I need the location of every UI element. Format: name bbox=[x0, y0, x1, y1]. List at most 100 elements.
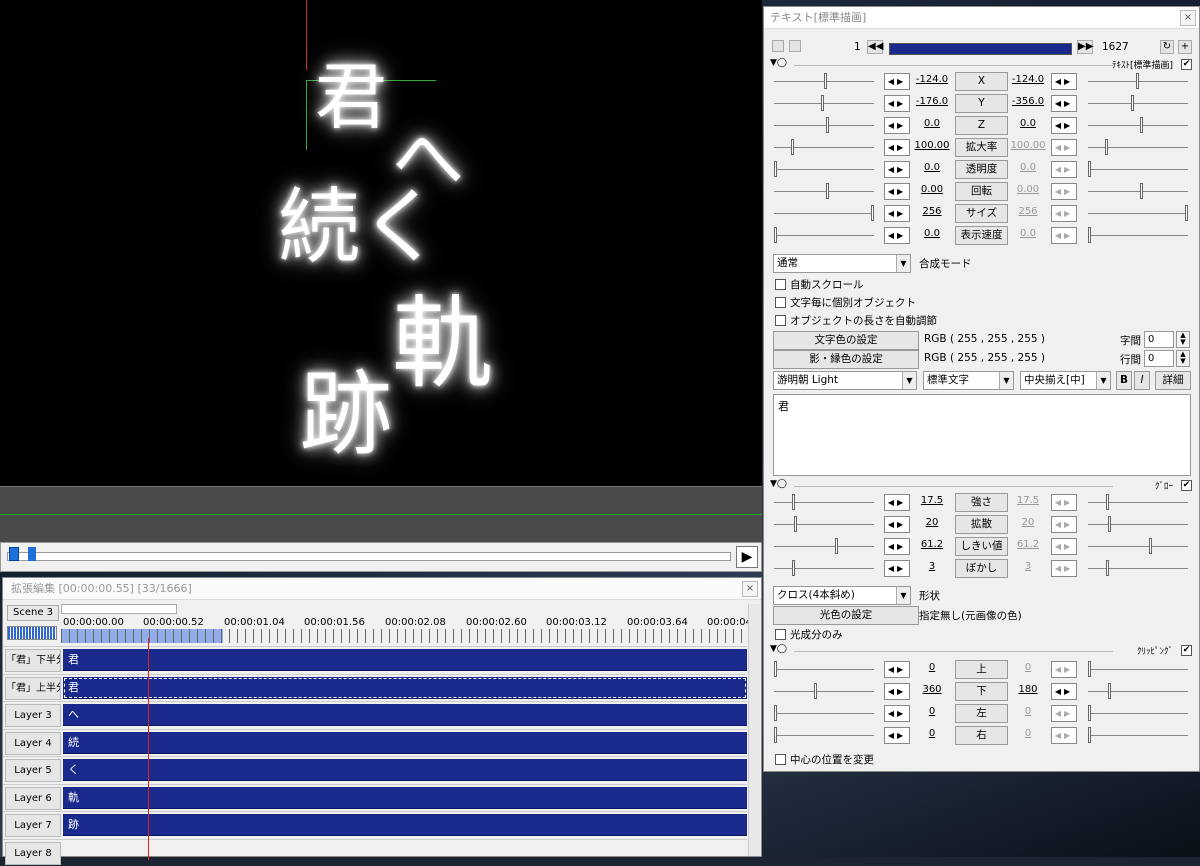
param-arrows[interactable]: ◀▶ bbox=[884, 73, 910, 90]
param-slider[interactable] bbox=[1088, 159, 1188, 179]
param-start-value[interactable]: 61.2 bbox=[914, 539, 950, 550]
param-label-button[interactable]: 下 bbox=[955, 682, 1008, 701]
char-spacing-input[interactable]: 0 bbox=[1144, 331, 1174, 348]
param-end-value[interactable]: 0.0 bbox=[1010, 162, 1046, 173]
play-icon[interactable]: ▶ bbox=[736, 546, 758, 568]
param-arrows[interactable]: ◀▶ bbox=[1051, 516, 1077, 533]
param-arrows[interactable]: ◀▶ bbox=[884, 560, 910, 577]
param-start-value[interactable]: 0 bbox=[914, 662, 950, 673]
layer-name[interactable]: Layer 6 bbox=[5, 787, 61, 810]
param-slider[interactable] bbox=[1088, 681, 1188, 701]
param-label-button[interactable]: 右 bbox=[955, 726, 1008, 745]
param-arrows[interactable]: ◀▶ bbox=[884, 117, 910, 134]
param-arrows[interactable]: ◀▶ bbox=[884, 727, 910, 744]
param-start-value[interactable]: 20 bbox=[914, 517, 950, 528]
param-end-value[interactable]: 61.2 bbox=[1010, 539, 1046, 550]
font-select[interactable]: 游明朝 Light▼ bbox=[773, 371, 917, 390]
param-label-button[interactable]: サイズ bbox=[955, 204, 1008, 223]
param-slider[interactable] bbox=[774, 159, 874, 179]
param-arrows[interactable]: ◀▶ bbox=[1051, 661, 1077, 678]
param-arrows[interactable]: ◀▶ bbox=[1051, 560, 1077, 577]
param-start-value[interactable]: 256 bbox=[914, 206, 950, 217]
spin-arrows-icon[interactable]: ▲▼ bbox=[1176, 350, 1190, 367]
param-start-value[interactable]: 0.0 bbox=[914, 162, 950, 173]
layer-name[interactable]: 「君」上半分 bbox=[5, 677, 61, 700]
param-slider[interactable] bbox=[1088, 659, 1188, 679]
line-spacing-input[interactable]: 0 bbox=[1144, 350, 1174, 367]
param-start-value[interactable]: 100.00 bbox=[914, 140, 950, 151]
param-slider[interactable] bbox=[774, 181, 874, 201]
param-slider[interactable] bbox=[774, 115, 874, 135]
text-style-select[interactable]: 標準文字▼ bbox=[923, 371, 1014, 390]
vertical-scrollbar[interactable] bbox=[748, 604, 760, 856]
param-label-button[interactable]: 拡散 bbox=[955, 515, 1008, 534]
param-label-button[interactable]: Y bbox=[955, 94, 1008, 113]
timeline-clip[interactable]: く bbox=[63, 759, 747, 781]
add-filter-icon[interactable]: + bbox=[1178, 40, 1192, 54]
glow-color-button[interactable]: 光色の設定 bbox=[773, 606, 919, 625]
param-slider[interactable] bbox=[774, 514, 874, 534]
section-enable-checkbox[interactable]: ✔ bbox=[1181, 59, 1192, 70]
param-slider[interactable] bbox=[774, 536, 874, 556]
param-end-value[interactable]: 3 bbox=[1010, 561, 1046, 572]
text-color-button[interactable]: 文字色の設定 bbox=[773, 331, 919, 350]
param-arrows[interactable]: ◀▶ bbox=[884, 683, 910, 700]
param-arrows[interactable]: ◀▶ bbox=[884, 661, 910, 678]
param-label-button[interactable]: 回転 bbox=[955, 182, 1008, 201]
collapse-icon[interactable]: ▼◯ bbox=[770, 58, 787, 68]
param-slider[interactable] bbox=[1088, 181, 1188, 201]
layer-name[interactable]: 「君」下半分 bbox=[5, 649, 61, 672]
param-end-value[interactable]: 180 bbox=[1010, 684, 1046, 695]
param-slider[interactable] bbox=[774, 93, 874, 113]
param-label-button[interactable]: しきい値 bbox=[955, 537, 1008, 556]
blend-mode-select[interactable]: 通常▼ bbox=[773, 254, 911, 273]
frame-slider[interactable] bbox=[889, 43, 1072, 55]
param-arrows[interactable]: ◀▶ bbox=[1051, 494, 1077, 511]
param-end-value[interactable]: 0 bbox=[1010, 662, 1046, 673]
param-arrows[interactable]: ◀▶ bbox=[884, 227, 910, 244]
param-start-value[interactable]: 360 bbox=[914, 684, 950, 695]
section-header-glow[interactable]: ▼◯ ｸﾞﾛｰ ✔ bbox=[768, 479, 1193, 493]
param-start-value[interactable]: 0 bbox=[914, 728, 950, 739]
timeline-clip[interactable]: 続 bbox=[63, 732, 747, 754]
section-header-text[interactable]: ▼◯ ﾃｷｽﾄ[標準描画] ✔ bbox=[768, 58, 1193, 72]
param-slider[interactable] bbox=[774, 225, 874, 245]
seek-start-marker[interactable] bbox=[9, 547, 19, 561]
param-arrows[interactable]: ◀▶ bbox=[884, 95, 910, 112]
layer-name[interactable]: Layer 4 bbox=[5, 732, 61, 755]
param-label-button[interactable]: 上 bbox=[955, 660, 1008, 679]
param-end-value[interactable]: 100.00 bbox=[1010, 140, 1046, 151]
param-slider[interactable] bbox=[1088, 514, 1188, 534]
param-slider[interactable] bbox=[1088, 558, 1188, 578]
horizontal-scrollbar[interactable] bbox=[61, 604, 177, 614]
param-arrows[interactable]: ◀▶ bbox=[1051, 183, 1077, 200]
seek-bar[interactable]: ▶ bbox=[0, 542, 762, 572]
param-start-value[interactable]: 17.5 bbox=[914, 495, 950, 506]
detail-button[interactable]: 詳細 bbox=[1155, 371, 1191, 390]
timeline-clip-selected[interactable]: 君 bbox=[63, 677, 747, 699]
param-arrows[interactable]: ◀▶ bbox=[1051, 227, 1077, 244]
per-char-object-checkbox[interactable] bbox=[775, 297, 786, 308]
param-end-value[interactable]: 17.5 bbox=[1010, 495, 1046, 506]
param-slider[interactable] bbox=[774, 681, 874, 701]
param-slider[interactable] bbox=[1088, 203, 1188, 223]
param-slider[interactable] bbox=[1088, 225, 1188, 245]
timeline-clip[interactable]: 君 bbox=[63, 649, 747, 671]
param-arrows[interactable]: ◀▶ bbox=[1051, 683, 1077, 700]
video-preview[interactable]: 君 へ 続 く 軌 跡 bbox=[0, 0, 762, 486]
param-arrows[interactable]: ◀▶ bbox=[884, 183, 910, 200]
scene-selector[interactable]: Scene 3 bbox=[7, 605, 59, 621]
param-end-value[interactable]: 256 bbox=[1010, 206, 1046, 217]
param-arrows[interactable]: ◀▶ bbox=[884, 516, 910, 533]
param-end-value[interactable]: 0 bbox=[1010, 728, 1046, 739]
param-end-value[interactable]: 20 bbox=[1010, 517, 1046, 528]
seek-track[interactable] bbox=[7, 552, 731, 561]
param-end-value[interactable]: 0.00 bbox=[1010, 184, 1046, 195]
param-arrows[interactable]: ◀▶ bbox=[884, 161, 910, 178]
param-arrows[interactable]: ◀▶ bbox=[1051, 705, 1077, 722]
param-label-button[interactable]: 透明度 bbox=[955, 160, 1008, 179]
param-arrows[interactable]: ◀▶ bbox=[1051, 538, 1077, 555]
center-change-checkbox[interactable] bbox=[775, 754, 786, 765]
param-end-value[interactable]: -124.0 bbox=[1010, 74, 1046, 85]
param-start-value[interactable]: 3 bbox=[914, 561, 950, 572]
